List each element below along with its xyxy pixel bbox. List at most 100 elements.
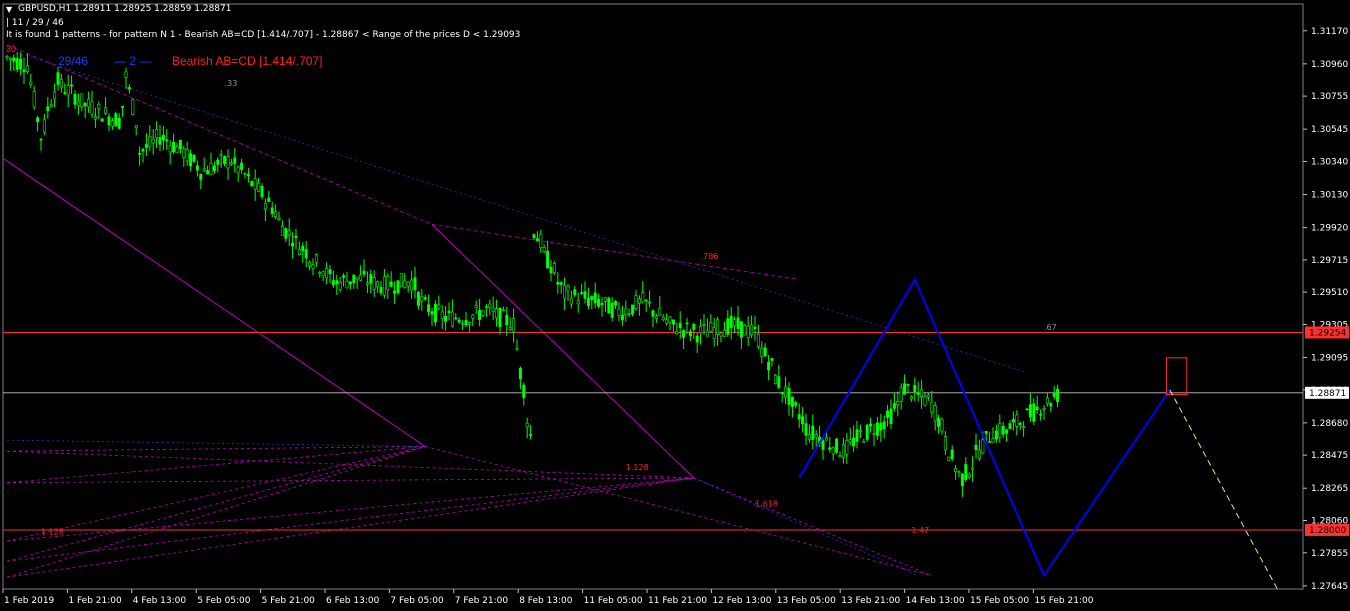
candle-body [576, 300, 580, 305]
candle-body [505, 314, 509, 325]
price-chart[interactable]: 1.31170 1.30960 1.30755 1.30545 1.30340 1.301… [0, 0, 1350, 611]
candle-body [899, 387, 903, 402]
candle-body [182, 148, 186, 158]
fib-top-line [431, 224, 800, 280]
candle-body [93, 116, 97, 120]
candle-body [733, 319, 737, 326]
time-tick-label: 11 Feb 21:00 [648, 596, 707, 606]
candle-body [838, 455, 842, 458]
fib-fan-line [6, 446, 426, 542]
candle-body [110, 120, 114, 127]
fib-fan-line [6, 477, 694, 578]
candle-body [882, 421, 886, 430]
candle-body [739, 321, 743, 338]
candle-body [814, 434, 818, 438]
candle-body [161, 134, 165, 141]
candle-body [223, 156, 227, 165]
candle-body [362, 270, 366, 275]
candle-body [1039, 413, 1043, 416]
candle-body [886, 410, 890, 418]
candle-body [824, 437, 828, 441]
price-tick-label: 1.28475 [1311, 451, 1348, 461]
candle-body [311, 264, 315, 269]
candle-body [454, 317, 458, 320]
candle-body [913, 385, 917, 392]
candle-body [297, 248, 301, 255]
candle-body [767, 361, 771, 371]
candle-body [138, 152, 142, 155]
candle-body [501, 309, 505, 312]
time-tick-label: 7 Feb 21:00 [455, 596, 509, 606]
candle-body [1052, 393, 1056, 397]
price-tick-label: 1.27855 [1311, 549, 1348, 559]
candle-body [920, 389, 924, 397]
candle-body [552, 262, 556, 273]
candle-body [189, 153, 193, 167]
candle-body [1045, 397, 1049, 405]
candle-body [719, 332, 723, 337]
candle-body [569, 297, 573, 305]
zigzag-label: 29/46 [58, 54, 89, 68]
candle-body [648, 301, 652, 304]
candle-body [743, 325, 747, 336]
dropdown-triangle-icon[interactable]: ▼ [6, 5, 12, 14]
candle-body [695, 335, 699, 343]
support-price-tag-text: 1.28000 [1309, 526, 1346, 536]
candle-body [253, 178, 257, 190]
candle-body [556, 282, 560, 285]
candle-body [42, 119, 46, 133]
candle-body [76, 101, 80, 106]
candle-body [573, 289, 577, 296]
candle-body [1028, 404, 1032, 418]
candle-body [665, 319, 669, 324]
candle-body [794, 402, 798, 406]
candle-body [66, 85, 70, 96]
price-tick-label: 1.31170 [1311, 27, 1348, 37]
candle-body [770, 358, 774, 361]
candle-body [25, 65, 29, 72]
candle-body [328, 269, 332, 275]
candle-body [563, 285, 567, 299]
price-tick-label: 1.29095 [1311, 354, 1348, 364]
time-tick-label: 13 Feb 21:00 [841, 596, 900, 606]
candle-body [382, 276, 386, 296]
fib-ratio-label: 1.128 [41, 528, 64, 537]
candle-body [702, 324, 706, 326]
candle-body [270, 207, 274, 214]
candle-body [355, 276, 359, 280]
candle-body [386, 276, 390, 291]
candle-body [212, 165, 216, 171]
candle-body [879, 422, 883, 431]
candle-body [117, 117, 121, 129]
candle-body [467, 322, 471, 325]
candle-body [301, 245, 305, 252]
candle-body [729, 315, 733, 329]
candle-body [63, 92, 67, 95]
candle-body [396, 280, 400, 294]
candle-body [773, 375, 777, 385]
candle-body [195, 165, 199, 171]
candle-body [314, 254, 318, 263]
candle-body [250, 181, 254, 187]
candle-body [977, 449, 981, 459]
candle-body [923, 396, 927, 406]
candle-body [518, 367, 522, 380]
candle-body [654, 315, 658, 319]
candle-body [243, 173, 247, 175]
candle-body [777, 376, 781, 388]
candle-body [801, 416, 805, 425]
candle-body [274, 211, 278, 218]
fib-fan-line [6, 446, 426, 578]
candle-body [348, 281, 352, 285]
candle-body [127, 87, 131, 90]
target-zone-box [1165, 357, 1188, 396]
candle-body [304, 249, 308, 259]
price-tick-label: 1.30130 [1311, 191, 1348, 201]
candle-body [372, 277, 376, 290]
candle-body [321, 271, 325, 277]
candle-body [797, 414, 801, 420]
candle-body [658, 307, 662, 316]
fib-ratio-label: 1.47 [911, 526, 929, 535]
candle-body [148, 136, 152, 147]
candle-body [586, 298, 590, 306]
